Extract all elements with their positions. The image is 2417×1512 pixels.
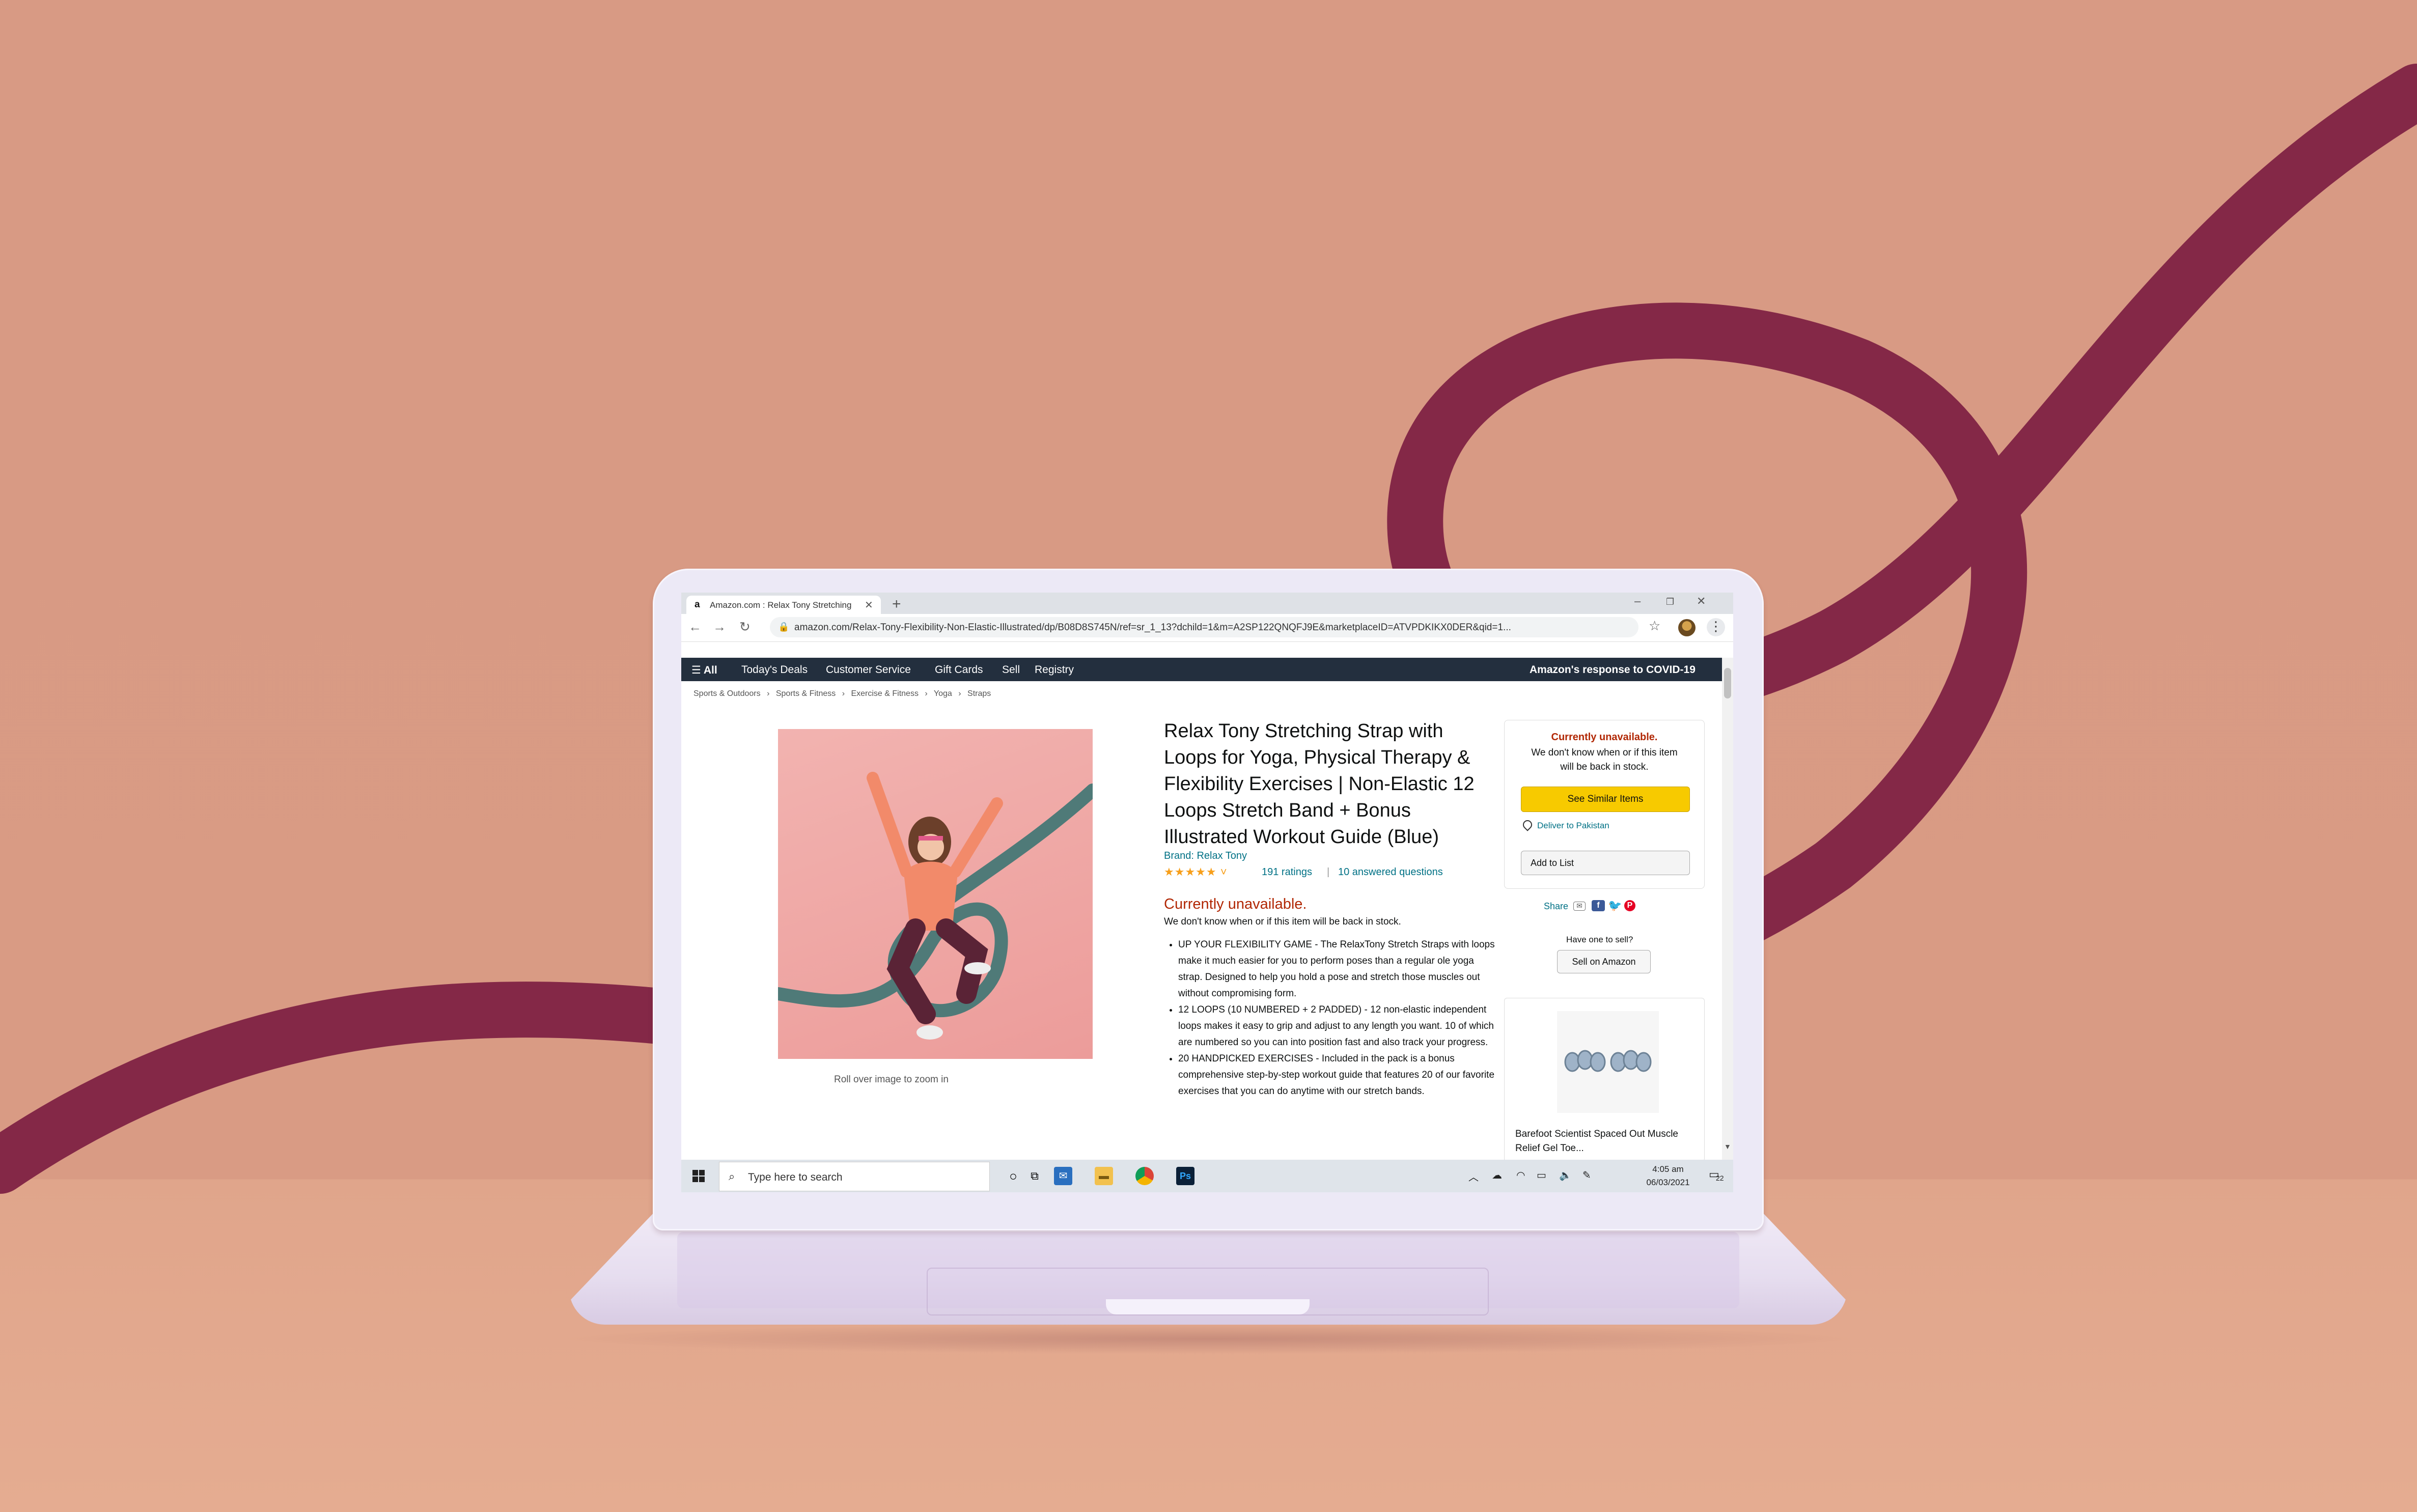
availability-note: We don't know when or if this item will … [1164,916,1401,927]
star-rating[interactable]: ★★★★★ ˅ [1164,865,1228,879]
availability-status: Currently unavailable. [1164,896,1307,912]
crumb-exercise-fitness[interactable]: Exercise & Fitness [851,689,918,698]
laptop-screen: a Amazon.com : Relax Tony Stretching Str… [681,593,1733,1192]
task-view-icon[interactable]: ⧉ [1025,1167,1044,1185]
close-tab-icon[interactable]: ✕ [865,599,873,611]
feature-bullet: 12 LOOPS (10 NUMBERED + 2 PADDED) - 12 n… [1178,1002,1499,1051]
battery-icon[interactable]: ▭ [1537,1169,1546,1182]
product-title: Relax Tony Stretching Strap with Loops f… [1164,720,1475,848]
pen-icon[interactable]: ✎ [1582,1169,1591,1182]
product-photo-illustration [778,772,1093,1040]
address-bar[interactable]: 🔒 amazon.com/Relax-Tony-Flexibility-Non-… [770,617,1638,637]
share-label: Share [1544,901,1569,911]
tab-title: Amazon.com : Relax Tony Stretching Strap [710,600,852,610]
browser-tab[interactable]: a Amazon.com : Relax Tony Stretching Str… [686,596,881,614]
email-share-icon[interactable]: ✉ [1573,902,1586,911]
laptop-hinge-notch [1106,1299,1310,1314]
buy-box: Currently unavailable. We don't know whe… [1504,720,1705,889]
deliver-to-text: Deliver to Pakistan [1537,821,1609,830]
feature-bullets: UP YOUR FLEXIBILITY GAME - The RelaxTony… [1169,937,1499,1100]
see-similar-items-button[interactable]: See Similar Items [1521,787,1690,812]
notification-count: 22 [1716,1174,1724,1182]
feature-bullet: 20 HANDPICKED EXERCISES - Included in th… [1178,1051,1499,1100]
file-explorer-icon[interactable]: ▬ [1095,1167,1113,1185]
url-text: amazon.com/Relax-Tony-Flexibility-Non-El… [794,622,1511,633]
amazon-favicon-icon: a [694,599,700,610]
wifi-icon[interactable]: ◠ [1516,1169,1525,1182]
reload-icon[interactable]: ↻ [739,619,751,635]
clock-time: 4:05 am [1652,1164,1684,1174]
crumb-sports-fitness[interactable]: Sports & Fitness [776,689,836,698]
ad-product-image[interactable] [1557,1011,1659,1113]
cortana-icon[interactable]: ○ [1004,1167,1022,1185]
chrome-app-icon[interactable] [1135,1167,1154,1185]
windows-start-icon[interactable] [692,1170,705,1182]
twitter-share-icon[interactable]: 🐦 [1608,900,1622,911]
crumb-sports-outdoors[interactable]: Sports & Outdoors [693,689,761,698]
crumb-separator: › [842,689,845,698]
forward-icon[interactable]: → [713,619,726,635]
ratings-count-link[interactable]: 191 ratings [1262,866,1312,878]
photoshop-app-icon[interactable]: Ps [1176,1167,1194,1185]
add-to-list-label: Add to List [1531,858,1574,868]
taskbar-search-placeholder: Type here to search [748,1171,843,1183]
crumb-separator: › [767,689,770,698]
mail-app-icon[interactable]: ✉ [1054,1167,1072,1185]
rating-separator: | [1327,866,1330,878]
new-tab-icon[interactable]: + [892,596,901,613]
bookmark-star-icon[interactable]: ☆ [1649,618,1660,634]
restore-icon[interactable]: ❐ [1666,597,1674,607]
volume-icon[interactable]: 🔈 [1559,1169,1572,1182]
windows-taskbar: ⌕ Type here to search ○ ⧉ ✉ ▬ Ps ︿ ☁ ◠ ▭… [681,1160,1733,1192]
deliver-to-link[interactable]: Deliver to Pakistan [1521,818,1609,831]
breadcrumb: Sports & Outdoors › Sports & Fitness › E… [693,689,995,698]
browser-toolbar: ← → ↻ 🔒 amazon.com/Relax-Tony-Flexibilit… [681,614,1733,642]
page-scrollbar[interactable] [1722,658,1733,1167]
search-icon: ⌕ [729,1170,735,1183]
window-close-icon[interactable]: ✕ [1697,595,1706,608]
profile-avatar[interactable] [1678,619,1696,636]
nav-todays-deals[interactable]: Today's Deals [741,664,808,676]
buybox-availability: Currently unavailable. [1551,732,1658,743]
onedrive-icon[interactable]: ☁ [1492,1169,1502,1182]
laptop-shadow [550,1324,1869,1354]
pinterest-share-icon[interactable]: P [1624,900,1635,911]
minimize-icon[interactable]: – [1634,595,1641,608]
notifications-icon[interactable]: ▭ 22 [1709,1168,1725,1183]
tray-overflow-icon[interactable]: ︿ [1468,1169,1479,1184]
feature-bullet: UP YOUR FLEXIBILITY GAME - The RelaxTony… [1178,937,1499,1002]
scrollbar-thumb[interactable] [1724,668,1731,698]
nav-registry[interactable]: Registry [1035,664,1074,676]
ad-title[interactable]: Barefoot Scientist Spaced Out Muscle Rel… [1515,1127,1688,1156]
facebook-share-icon[interactable]: f [1592,900,1605,911]
product-image[interactable] [778,729,1093,1059]
brand-link[interactable]: Brand: Relax Tony [1164,850,1247,862]
buybox-availability-note: We don't know when or if this item will … [1531,747,1678,772]
nav-covid-link[interactable]: Amazon's response to COVID-19 [1530,664,1696,676]
nav-all-menu[interactable]: ☰ All [691,664,717,677]
location-pin-icon [1521,818,1534,831]
have-one-to-sell-label: Have one to sell? [1566,935,1633,944]
crumb-separator: › [958,689,961,698]
crumb-straps[interactable]: Straps [967,689,991,698]
crumb-separator: › [925,689,928,698]
menu-kebab-icon[interactable]: ⋮ [1707,618,1725,636]
amazon-nav-bar: ☰ All Today's Deals Customer Service Gif… [681,658,1722,681]
nav-customer-service[interactable]: Customer Service [826,664,911,676]
lock-icon: 🔒 [778,622,790,632]
nav-gift-cards[interactable]: Gift Cards [935,664,983,676]
scroll-down-icon[interactable]: ▼ [1724,1142,1731,1151]
crumb-yoga[interactable]: Yoga [934,689,952,698]
taskbar-clock[interactable]: 4:05 am 06/03/2021 [1637,1163,1699,1189]
taskbar-search-box[interactable]: ⌕ Type here to search [719,1162,990,1191]
back-icon[interactable]: ← [688,619,702,635]
answered-questions-link[interactable]: 10 answered questions [1338,866,1443,878]
add-to-list-button[interactable]: Add to List [1521,851,1690,875]
browser-tab-bar: a Amazon.com : Relax Tony Stretching Str… [681,593,1733,614]
clock-date: 06/03/2021 [1646,1178,1690,1187]
sell-on-amazon-button[interactable]: Sell on Amazon [1557,950,1651,973]
toe-separator-illustration [1564,1050,1652,1072]
nav-sell[interactable]: Sell [1002,664,1020,676]
zoom-hint: Roll over image to zoom in [834,1074,949,1085]
